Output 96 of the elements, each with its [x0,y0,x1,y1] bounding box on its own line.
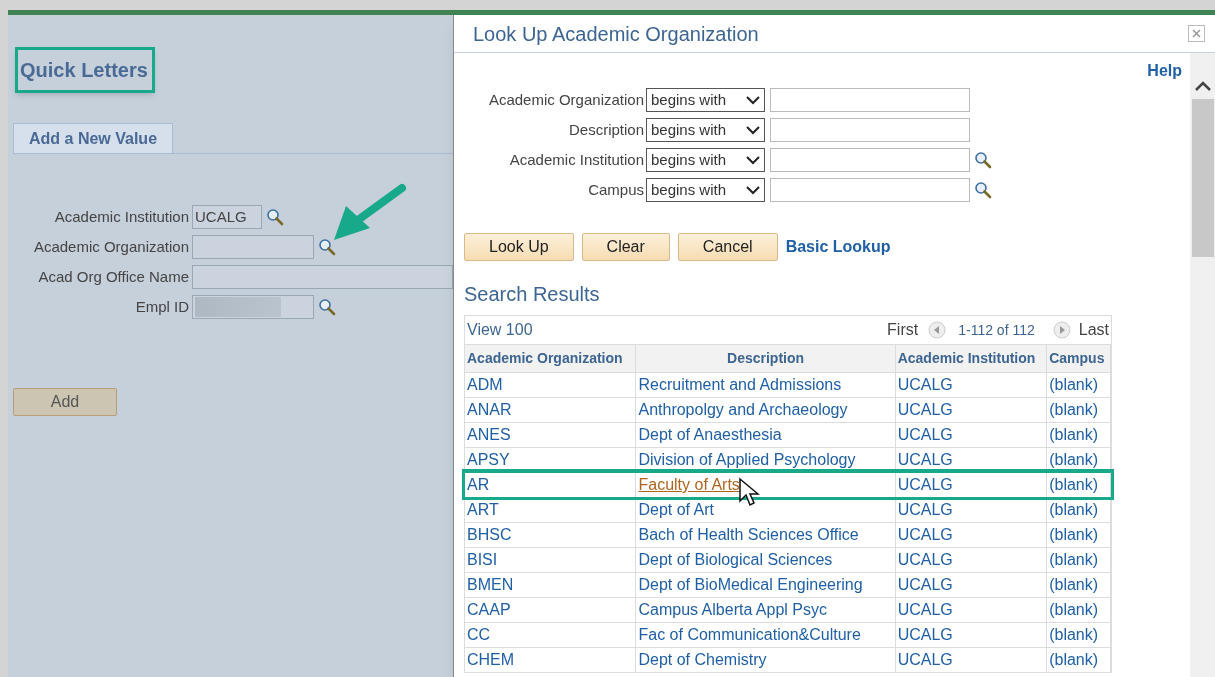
scrollbar-thumb[interactable] [1191,99,1214,257]
operator-dropdown[interactable]: begins with [646,178,765,202]
operator-dropdown[interactable]: begins with [646,118,765,142]
chevron-down-icon [746,185,760,195]
table-cell[interactable]: ANAR [465,398,637,422]
table-cell[interactable]: UCALG [895,548,1048,572]
table-cell: (blank) [1047,398,1111,422]
table-cell[interactable]: UCALG [895,573,1048,597]
action-button[interactable]: Cancel [677,233,778,261]
table-cell[interactable]: UCALG [895,398,1048,422]
table-cell[interactable]: Anthropolgy and Archaeology [636,398,896,422]
input-field[interactable] [770,88,970,112]
table-cell: (blank) [1047,423,1111,447]
table-cell[interactable]: UCALG [895,623,1048,647]
search-icon[interactable] [974,151,992,169]
operator-dropdown[interactable]: begins with [646,88,765,112]
table-cell[interactable]: ANES [465,423,637,447]
criteria-label: Academic Organization [487,89,644,110]
add-button[interactable]: Add [13,388,117,416]
input-field[interactable] [192,265,453,289]
table-cell[interactable]: UCALG [895,598,1048,622]
view-all-link[interactable]: View 100 [467,318,533,342]
table-cell: (blank) [1047,648,1111,672]
column-header[interactable]: Description [636,345,896,372]
field-label: Empl ID [134,296,190,317]
criteria-label: Academic Institution [508,149,644,170]
table-cell[interactable]: BISI [465,548,637,572]
action-button[interactable]: Look Up [464,233,574,261]
table-cell: (blank) [1047,473,1111,497]
table-cell[interactable]: UCALG [895,423,1048,447]
input-field[interactable] [192,295,314,319]
scroll-up-icon[interactable] [1194,81,1211,91]
page-range: 1-112 of 112 [958,320,1035,340]
table-cell: (blank) [1047,523,1111,547]
input-field[interactable]: UCALG [192,205,262,229]
input-field[interactable] [192,235,314,259]
table-cell[interactable]: BHSC [465,523,637,547]
search-icon[interactable] [974,181,992,199]
table-cell[interactable]: CHEM [465,648,637,672]
dialog-title: Look Up Academic Organization [473,21,759,47]
table-cell[interactable]: CAAP [465,598,637,622]
table-cell[interactable]: Dept of BioMedical Engineering [636,573,896,597]
table-cell[interactable]: UCALG [895,373,1048,397]
column-header[interactable]: Academic Institution [895,345,1048,372]
table-cell[interactable]: Bach of Health Sciences Office [636,523,896,547]
field-label: Academic Institution [53,206,190,227]
table-cell: (blank) [1047,598,1111,622]
action-button[interactable]: Clear [581,233,670,261]
input-field[interactable] [770,118,970,142]
scrollbar[interactable] [1190,53,1215,677]
operator-dropdown[interactable]: begins with [646,148,765,172]
last-label: Last [1078,320,1109,340]
table-cell[interactable]: UCALG [895,523,1048,547]
table-cell[interactable]: UCALG [895,498,1048,522]
input-field[interactable] [770,178,970,202]
basic-lookup-link[interactable]: Basic Lookup [785,235,891,259]
table-cell[interactable]: Dept of Anaesthesia [636,423,896,447]
table-cell[interactable]: ADM [465,373,637,397]
table-cell[interactable]: UCALG [895,473,1048,497]
criteria-label: Description [567,119,644,140]
close-icon [1192,29,1201,38]
search-icon[interactable] [266,208,284,226]
close-button[interactable] [1188,25,1205,42]
table-cell[interactable]: Dept of Chemistry [636,648,896,672]
search-icon[interactable] [318,298,336,316]
table-cell[interactable]: UCALG [895,648,1048,672]
chevron-down-icon [746,95,760,105]
table-cell[interactable]: AR [465,473,637,497]
table-cell: (blank) [1047,548,1111,572]
column-header[interactable]: Academic Organization [465,345,637,372]
table-cell: (blank) [1047,573,1111,597]
column-header[interactable]: Campus [1047,345,1111,372]
table-cell[interactable]: BMEN [465,573,637,597]
table-cell: (blank) [1047,373,1111,397]
field-label: Acad Org Office Name [37,266,190,287]
first-label: First [887,320,919,340]
criteria-label: Campus [587,179,644,200]
table-cell[interactable]: ART [465,498,637,522]
next-icon[interactable] [1052,321,1071,339]
table-cell: (blank) [1047,498,1111,522]
table-cell[interactable]: Dept of Biological Sciences [636,548,896,572]
results-title: Search Results [464,282,601,307]
chevron-down-icon [746,125,760,135]
chevron-down-icon [746,155,760,165]
help-link[interactable]: Help [1147,59,1182,83]
table-cell[interactable]: Recruitment and Admissions [636,373,896,397]
input-field[interactable] [770,148,970,172]
table-cell[interactable]: Fac of Communication&Culture [636,623,896,647]
field-label: Academic Organization [32,236,190,257]
table-cell: (blank) [1047,623,1111,647]
table-cell[interactable]: Campus Alberta Appl Psyc [636,598,896,622]
search-icon[interactable] [318,238,336,256]
previous-icon[interactable] [928,321,947,339]
tab[interactable]: Add a New Value [13,123,174,153]
page-title: Quick Letters [20,58,148,83]
table-cell[interactable]: CC [465,623,637,647]
